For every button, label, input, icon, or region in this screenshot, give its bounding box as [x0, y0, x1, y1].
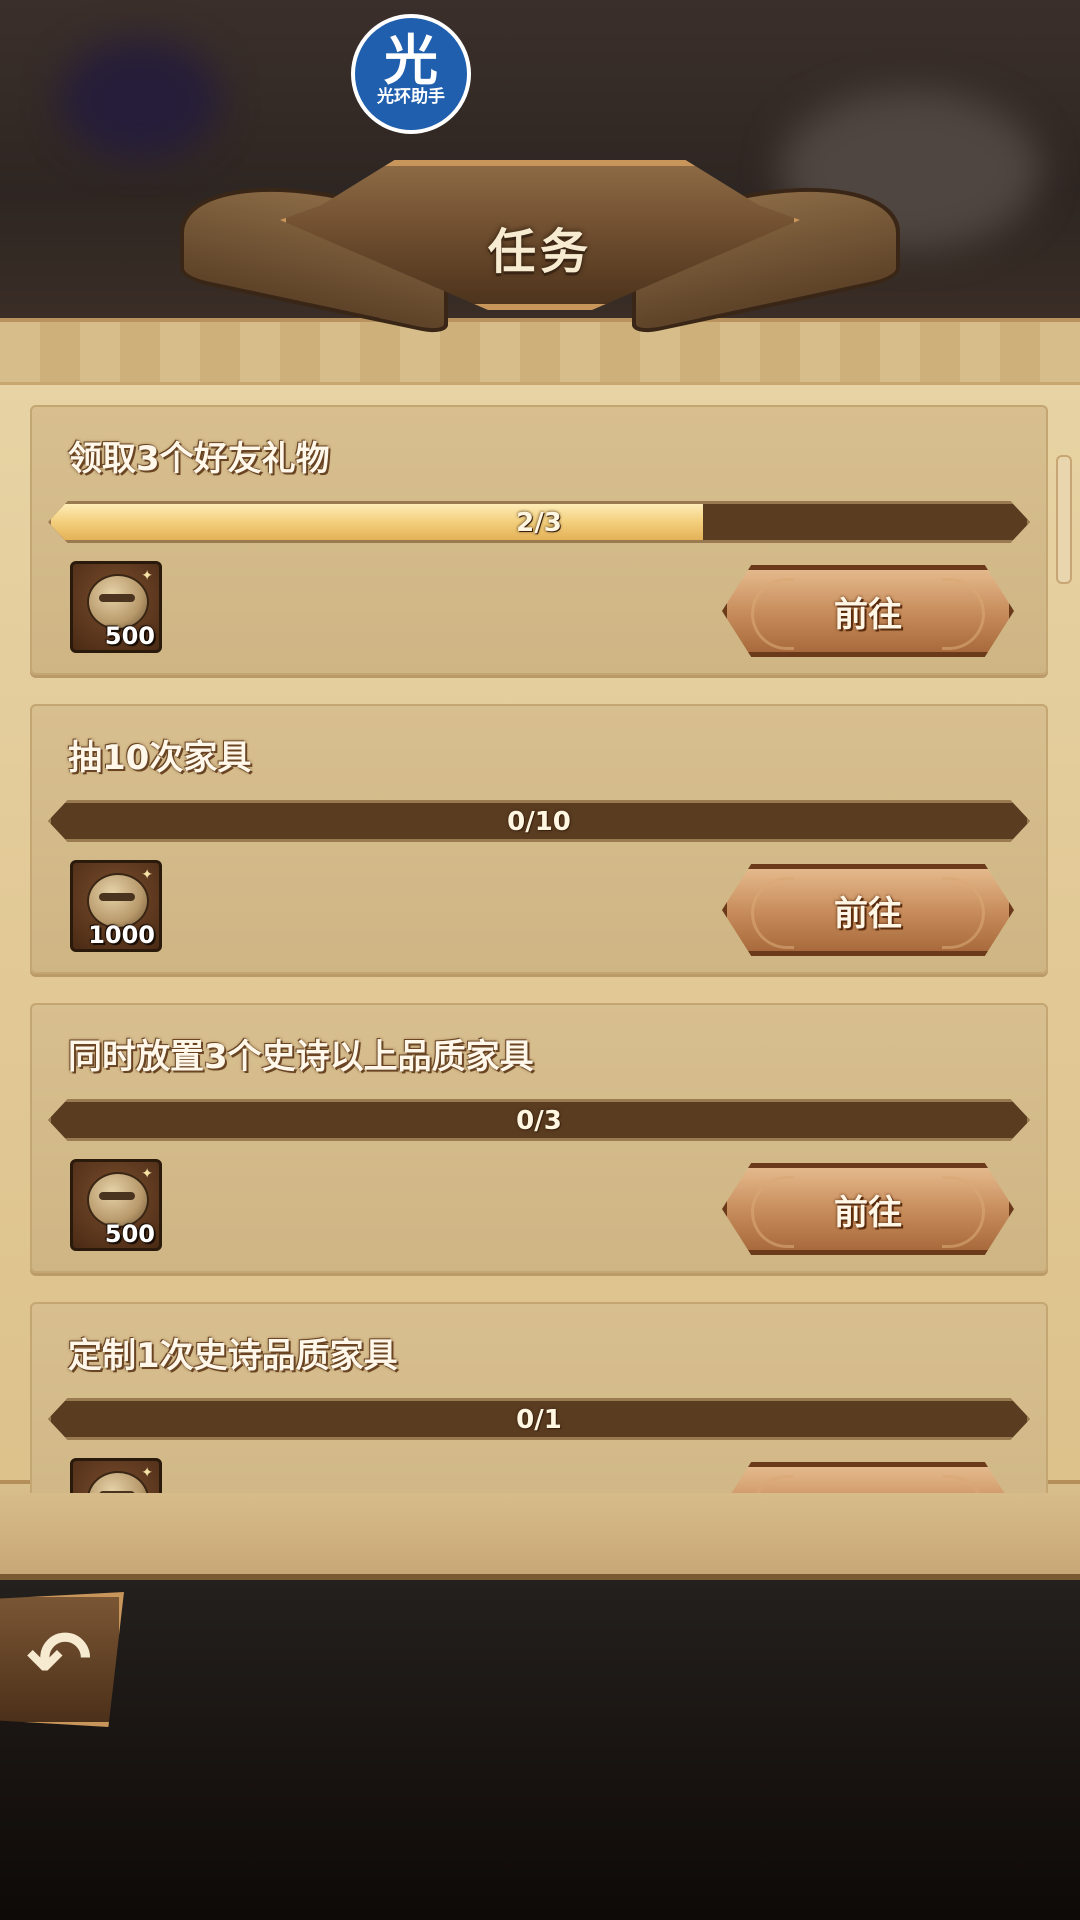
- button-ornament: [942, 877, 985, 949]
- go-button-label: 前往: [834, 594, 902, 635]
- go-button[interactable]: 前往: [722, 1163, 1014, 1255]
- go-button-label: 前往: [834, 1192, 902, 1233]
- progress-bar: 0/1: [48, 1398, 1030, 1440]
- reward-quantity: 1000: [88, 921, 155, 949]
- task-card: 抽10次家具 0/10 ✦ 1000 前往: [30, 704, 1048, 974]
- button-ornament: [751, 578, 794, 650]
- return-arrow-icon: ↶: [26, 1614, 92, 1705]
- sparkle-icon: ✦: [141, 1465, 153, 1481]
- progress-text: 0/3: [516, 1106, 562, 1136]
- go-button-label: 前往: [834, 893, 902, 934]
- reward-item[interactable]: ✦ 500: [70, 561, 162, 653]
- task-name: 同时放置3个史诗以上品质家具: [68, 1037, 534, 1077]
- reward-item[interactable]: ✦ 500: [70, 1159, 162, 1251]
- sparkle-icon: ✦: [141, 1166, 153, 1182]
- progress-text: 0/1: [516, 1405, 562, 1435]
- panel-bottom-edge: [0, 1480, 1080, 1580]
- progress-bar: 0/10: [48, 800, 1030, 842]
- button-ornament: [942, 1475, 985, 1493]
- page-title: 任务: [487, 224, 592, 280]
- scrollbar[interactable]: [1056, 455, 1072, 584]
- reward-item[interactable]: ✦: [70, 1458, 162, 1493]
- button-ornament: [751, 1176, 794, 1248]
- watermark-logo: 光 光环助手: [351, 14, 471, 134]
- task-card: 同时放置3个史诗以上品质家具 0/3 ✦ 500 前往: [30, 1003, 1048, 1273]
- go-button[interactable]: [722, 1462, 1014, 1493]
- button-ornament: [942, 578, 985, 650]
- button-ornament: [751, 877, 794, 949]
- go-button[interactable]: 前往: [722, 565, 1014, 657]
- task-name: 领取3个好友礼物: [68, 439, 330, 479]
- sparkle-icon: ✦: [141, 568, 153, 584]
- logo-glyph: 光: [384, 29, 438, 92]
- task-card: 领取3个好友礼物 2/3 ✦ 500 前往: [30, 405, 1048, 675]
- button-ornament: [942, 1176, 985, 1248]
- button-ornament: [751, 1475, 794, 1493]
- go-button[interactable]: 前往: [722, 864, 1014, 956]
- reward-quantity: 500: [104, 1220, 155, 1248]
- progress-bar: 2/3: [48, 501, 1030, 543]
- progress-text: 0/10: [507, 807, 571, 837]
- task-name: 抽10次家具: [68, 738, 252, 778]
- back-button[interactable]: ↶: [0, 1592, 124, 1727]
- helmet-icon: [87, 1471, 149, 1493]
- task-list[interactable]: 领取3个好友礼物 2/3 ✦ 500 前往 抽10次家具 0/10 ✦ 1000: [30, 405, 1048, 1493]
- reward-item[interactable]: ✦ 1000: [70, 860, 162, 952]
- title-banner: 任务: [160, 150, 920, 340]
- task-name: 定制1次史诗品质家具: [68, 1336, 398, 1376]
- reward-quantity: 500: [104, 622, 155, 650]
- bg-blur: [60, 40, 220, 160]
- sparkle-icon: ✦: [141, 867, 153, 883]
- logo-caption: 光环助手: [375, 87, 447, 107]
- progress-bar: 0/3: [48, 1099, 1030, 1141]
- background-floor: [0, 1580, 1080, 1920]
- progress-text: 2/3: [516, 508, 562, 538]
- task-card: 定制1次史诗品质家具 0/1 ✦: [30, 1302, 1048, 1493]
